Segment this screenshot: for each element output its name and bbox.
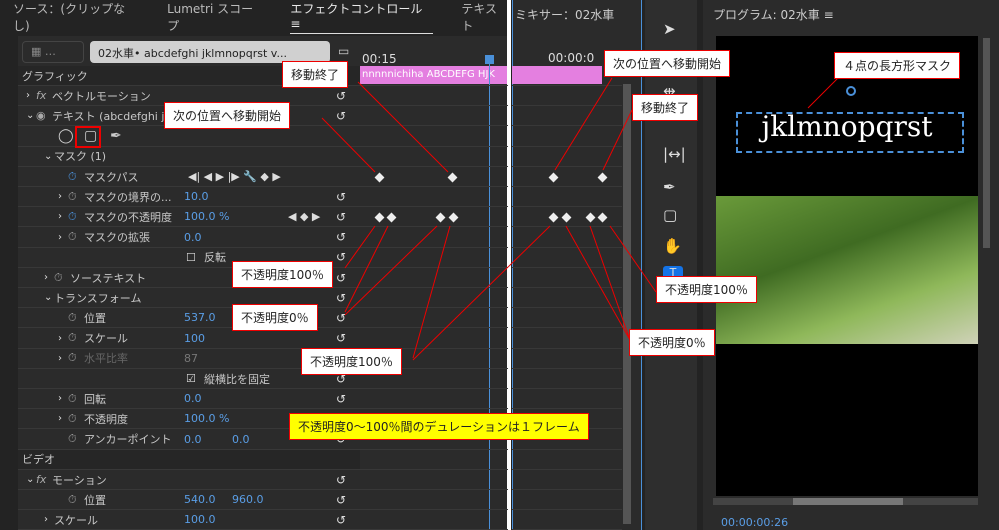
callout-opacity-100-3: 不透明度100％ [656,276,757,303]
callout-rect-mask: ４点の長方形マスク [834,52,961,79]
callout-opacity-100-2: 不透明度100％ [301,348,402,375]
callout-opacity-100: 不透明度100％ [232,261,333,288]
callout-opacity-0-2: 不透明度0％ [629,329,715,356]
callout-next-move-start: 次の位置へ移動開始 [164,102,291,129]
callout-arrows [321,77,839,361]
callout-move-end: 移動終了 [282,61,349,88]
callout-move-end-2: 移動終了 [632,94,699,121]
callout-next-move-start-2: 次の位置へ移動開始 [604,50,731,77]
callout-opacity-0: 不透明度0％ [232,304,318,331]
callout-duration: 不透明度0～100％間のデュレーションは１フレーム [289,413,589,440]
